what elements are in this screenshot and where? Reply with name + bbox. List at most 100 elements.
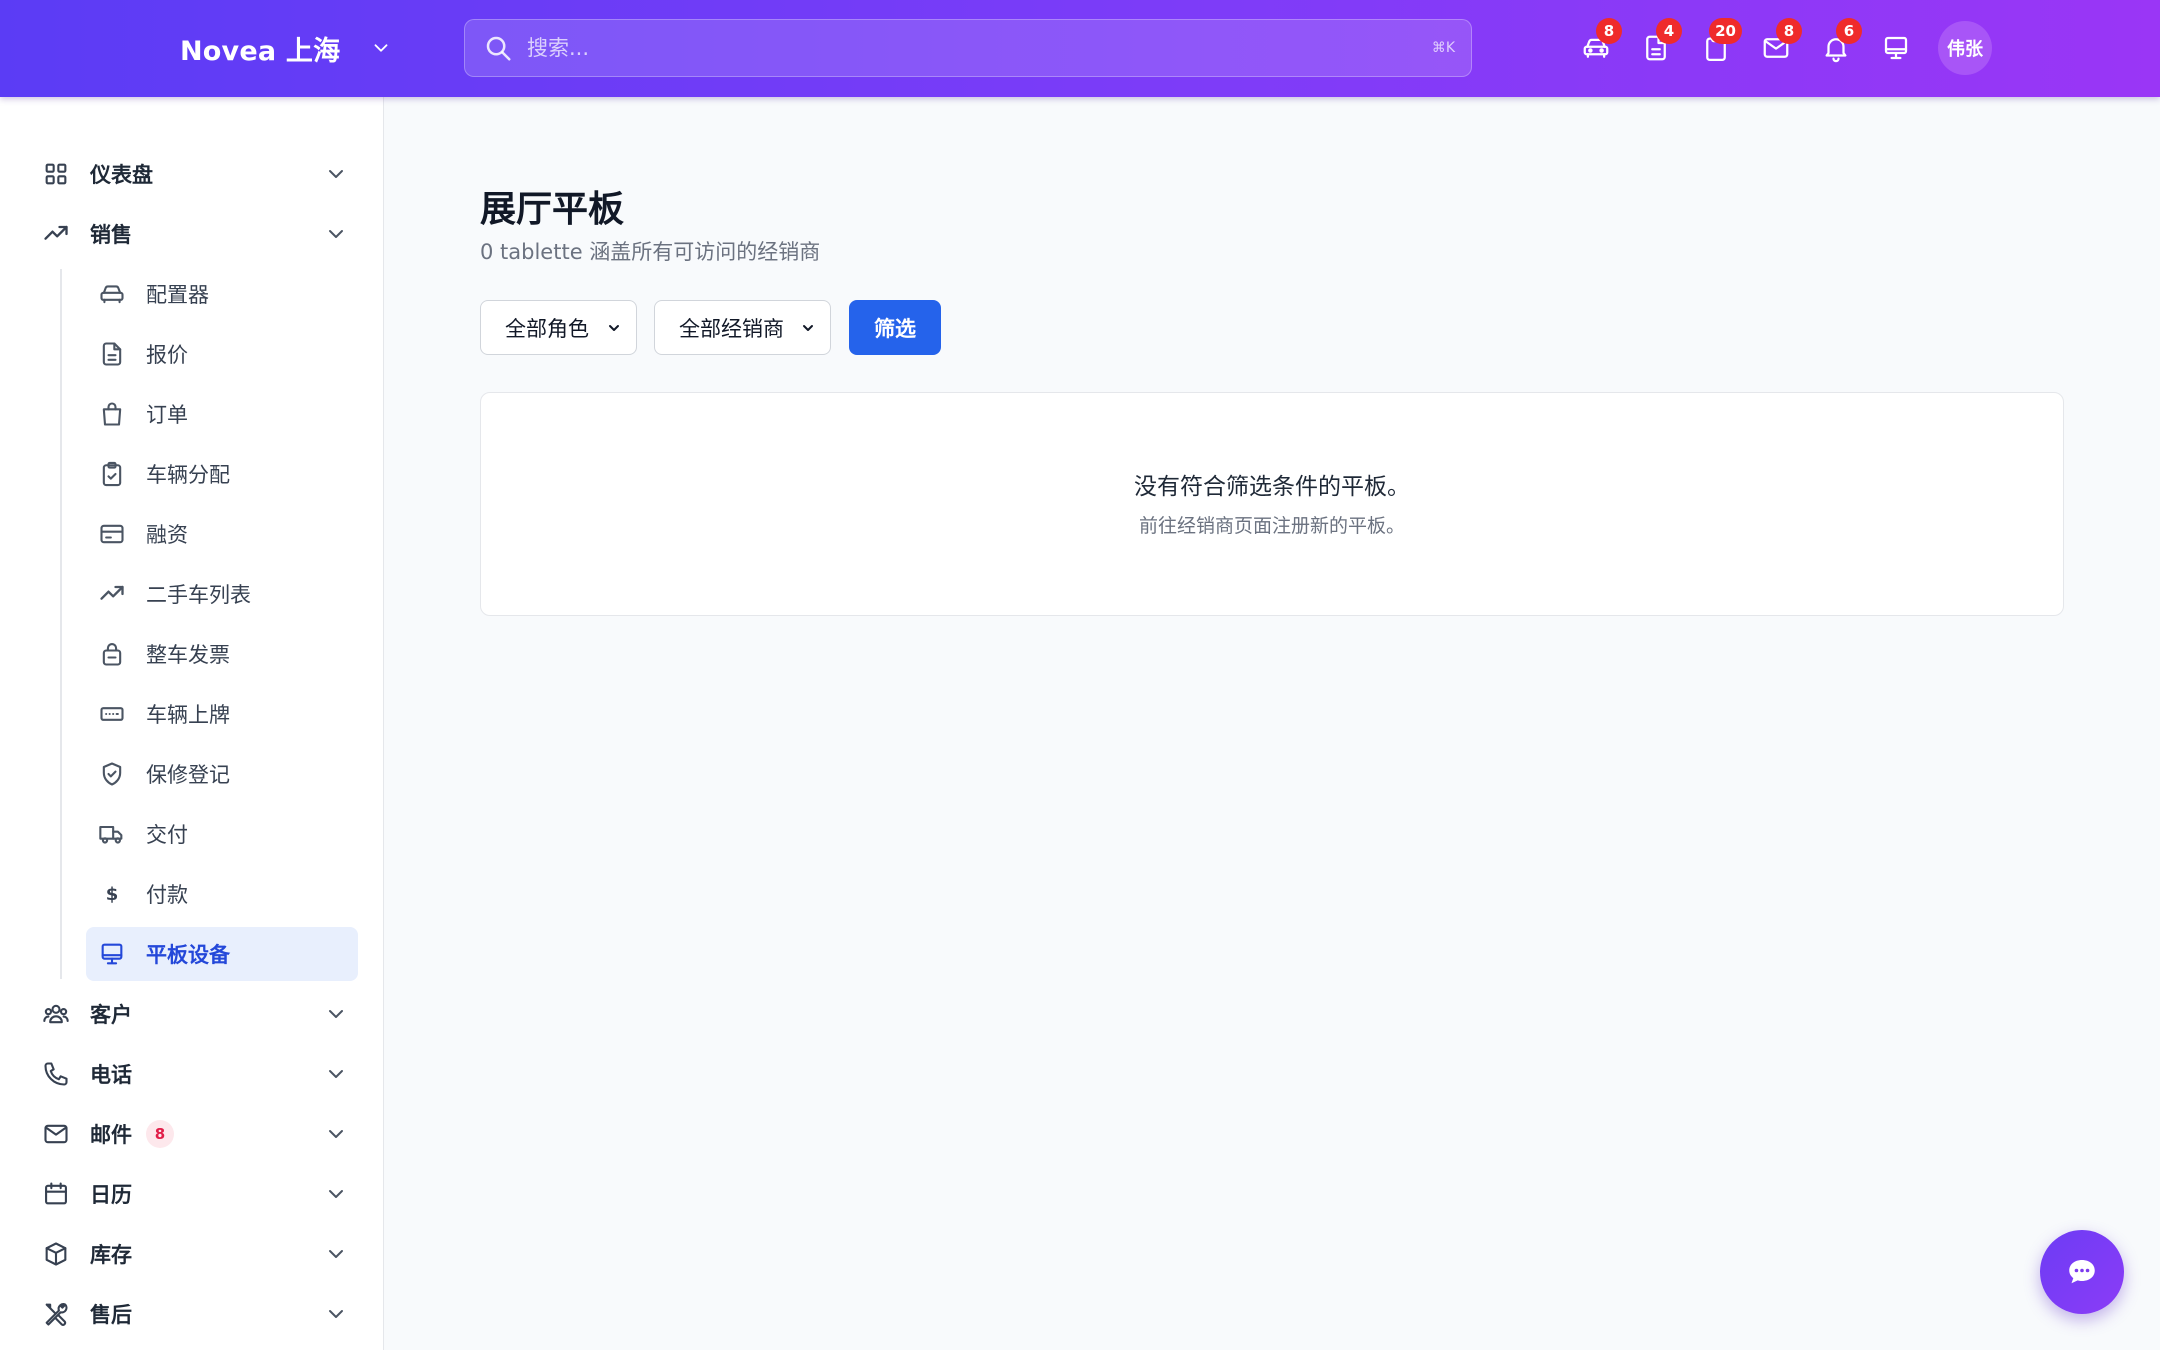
sidebar-item-financing[interactable]: 融资 xyxy=(86,507,358,561)
sidebar-item-label: 保修登记 xyxy=(146,763,230,787)
sidebar-item-label: 融资 xyxy=(146,523,188,547)
sidebar-item-label: 售后 xyxy=(90,1303,132,1327)
chevron-down-icon xyxy=(324,1242,348,1266)
monitor-icon xyxy=(98,940,126,968)
sidebar-item-label: 平板设备 xyxy=(146,943,230,967)
brand-name: Novea 上海 xyxy=(180,35,341,67)
lock-bag-icon xyxy=(98,640,126,668)
search-bar[interactable]: ⌘K xyxy=(464,19,1472,77)
notifications-badge: 6 xyxy=(1836,18,1862,44)
sidebar-item-delivery[interactable]: 交付 xyxy=(86,807,358,861)
grid-icon xyxy=(42,160,70,188)
sidebar-item-vehicle-invoice[interactable]: 整车发票 xyxy=(86,627,358,681)
document-icon xyxy=(98,340,126,368)
sidebar-item-label: 整车发票 xyxy=(146,643,230,667)
sidebar-item-quotes[interactable]: 报价 xyxy=(86,327,358,381)
dealer-switcher[interactable]: Novea 上海 xyxy=(180,26,392,70)
users-icon xyxy=(42,1000,70,1028)
chat-button[interactable] xyxy=(2040,1230,2124,1314)
trending-up-icon xyxy=(98,580,126,608)
mail-count-badge: 8 xyxy=(146,1120,174,1148)
chevron-down-icon xyxy=(370,37,392,59)
dollar-icon: $ xyxy=(105,883,119,905)
mail-icon xyxy=(42,1120,70,1148)
sidebar-item-label: 电话 xyxy=(90,1063,132,1087)
top-bar: Novea 上海 ⌘K 8 4 20 xyxy=(0,0,2160,97)
chat-bubble-icon xyxy=(2064,1254,2100,1290)
mail-button[interactable]: 8 xyxy=(1746,18,1806,78)
sidebar-item-label: 客户 xyxy=(90,1003,132,1027)
sidebar-item-mail[interactable]: 邮件 8 xyxy=(30,1107,360,1161)
sidebar-item-payments[interactable]: $ 付款 xyxy=(86,867,358,921)
search-input[interactable] xyxy=(513,20,1432,76)
mail-badge: 8 xyxy=(1776,18,1802,44)
sidebar-item-phone[interactable]: 电话 xyxy=(30,1047,360,1101)
page-subtitle: 0 tablette 涵盖所有可访问的经销商 xyxy=(480,240,821,264)
sidebar-item-tablets[interactable]: 平板设备 xyxy=(86,927,358,981)
tasks-badge: 20 xyxy=(1709,18,1742,44)
sidebar-item-inventory[interactable]: 库存 xyxy=(30,1227,360,1281)
notifications-button[interactable]: 6 xyxy=(1806,18,1866,78)
sidebar-item-calendar[interactable]: 日历 xyxy=(30,1167,360,1221)
header-actions: 8 4 20 8 6 xyxy=(1566,18,1926,78)
sidebar-item-label: 车辆上牌 xyxy=(146,703,230,727)
submenu-divider xyxy=(60,269,62,979)
sidebar-item-label: 销售 xyxy=(90,223,132,247)
sidebar-item-label: 订单 xyxy=(146,403,188,427)
trending-up-icon xyxy=(42,220,70,248)
sidebar-item-used-cars[interactable]: 二手车列表 xyxy=(86,567,358,621)
box-icon xyxy=(42,1240,70,1268)
chevron-down-icon xyxy=(596,320,622,336)
sidebar-item-vehicle-allocation[interactable]: 车辆分配 xyxy=(86,447,358,501)
sidebar-item-label: 付款 xyxy=(146,883,188,907)
sidebar-item-label: 二手车列表 xyxy=(146,583,251,607)
phone-icon xyxy=(42,1060,70,1088)
search-shortcut-hint: ⌘K xyxy=(1431,40,1455,56)
sidebar-item-warranty[interactable]: 保修登记 xyxy=(86,747,358,801)
sidebar-item-customers[interactable]: 客户 xyxy=(30,987,360,1041)
calendar-icon xyxy=(42,1180,70,1208)
sidebar-item-orders[interactable]: 订单 xyxy=(86,387,358,441)
truck-icon xyxy=(98,820,126,848)
license-plate-icon xyxy=(98,700,126,728)
role-filter-value: 全部角色 xyxy=(505,316,589,341)
search-icon xyxy=(483,33,513,63)
user-avatar[interactable]: 伟张 xyxy=(1938,21,1992,75)
credit-card-icon xyxy=(98,520,126,548)
tablet-mode-button[interactable] xyxy=(1866,18,1926,78)
sidebar-item-label: 交付 xyxy=(146,823,188,847)
sidebar-item-label: 仪表盘 xyxy=(90,163,153,187)
sidebar-item-label: 配置器 xyxy=(146,283,209,307)
quotes-badge: 4 xyxy=(1656,18,1682,44)
chevron-down-icon xyxy=(324,1062,348,1086)
empty-state-card: 没有符合筛选条件的平板。 前往经销商页面注册新的平板。 xyxy=(480,392,2064,616)
sidebar-item-registration[interactable]: 车辆上牌 xyxy=(86,687,358,741)
monitor-icon xyxy=(1881,33,1911,63)
sidebar-item-label: 邮件 xyxy=(90,1123,132,1147)
filter-button[interactable]: 筛选 xyxy=(849,300,941,355)
shopping-bag-icon xyxy=(98,400,126,428)
sidebar-item-aftersales[interactable]: 售后 xyxy=(30,1287,360,1341)
shield-check-icon xyxy=(98,760,126,788)
dealer-filter-value: 全部经销商 xyxy=(679,316,784,341)
chevron-down-icon xyxy=(324,162,348,186)
sidebar-item-label: 日历 xyxy=(90,1183,132,1207)
page-title: 展厅平板 xyxy=(480,189,625,230)
sidebar-item-configurator[interactable]: 配置器 xyxy=(86,267,358,321)
vehicles-button[interactable]: 8 xyxy=(1566,18,1626,78)
sidebar: 仪表盘 销售 配置器 报价 订单 车辆分配 融资 二手车列表 整车发票 车辆上牌… xyxy=(0,97,384,1350)
chevron-down-icon xyxy=(790,320,816,336)
sidebar-item-dashboard[interactable]: 仪表盘 xyxy=(30,147,360,201)
empty-state-title: 没有符合筛选条件的平板。 xyxy=(1134,474,1410,500)
sidebar-item-label: 车辆分配 xyxy=(146,463,230,487)
chevron-down-icon xyxy=(324,222,348,246)
quotes-button[interactable]: 4 xyxy=(1626,18,1686,78)
role-filter-select[interactable]: 全部角色 xyxy=(480,300,637,355)
vehicles-badge: 8 xyxy=(1596,18,1622,44)
empty-state-hint: 前往经销商页面注册新的平板。 xyxy=(1138,515,1405,537)
tasks-button[interactable]: 20 xyxy=(1686,18,1746,78)
dealer-filter-select[interactable]: 全部经销商 xyxy=(654,300,831,355)
chevron-down-icon xyxy=(324,1122,348,1146)
sidebar-item-sales[interactable]: 销售 xyxy=(30,207,360,261)
chevron-down-icon xyxy=(324,1182,348,1206)
